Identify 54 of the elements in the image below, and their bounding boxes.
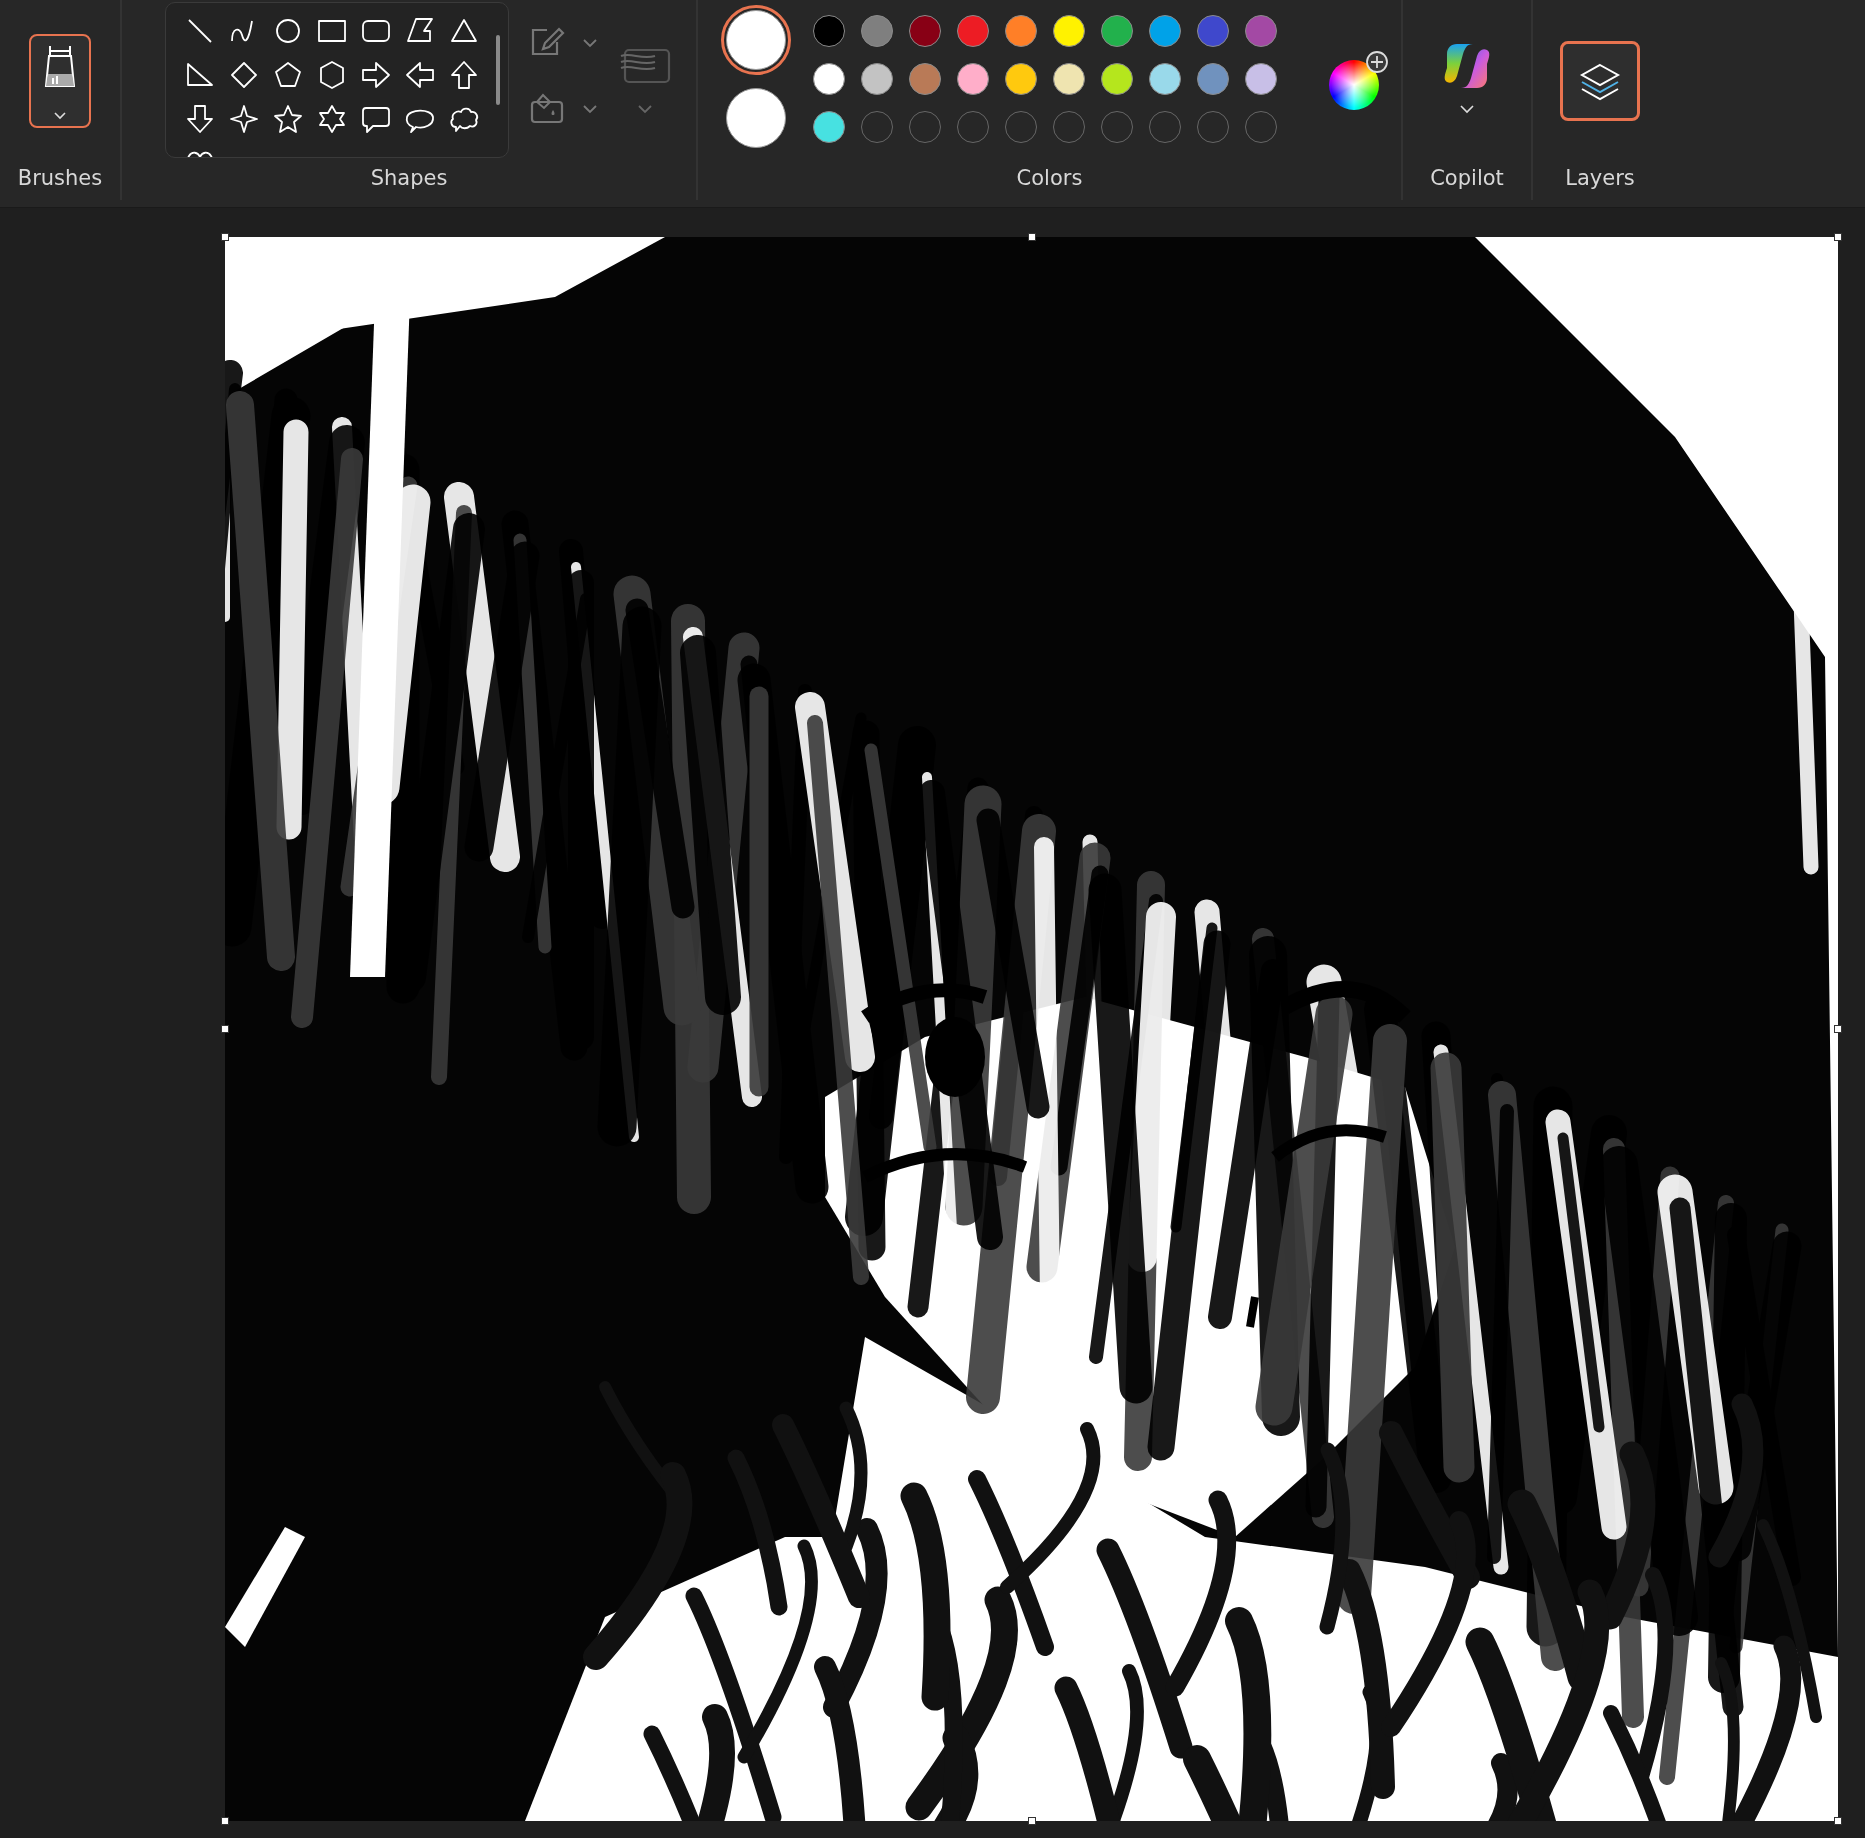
- colors-label: Colors: [1016, 164, 1083, 192]
- color-swatch[interactable]: [1052, 63, 1085, 95]
- color-swatch[interactable]: [860, 63, 893, 95]
- left-arrow-icon[interactable]: [404, 59, 436, 91]
- brushes-button[interactable]: [29, 34, 91, 129]
- color-swatch[interactable]: [956, 63, 989, 95]
- resize-handle[interactable]: [221, 1025, 229, 1033]
- five-point-star-icon[interactable]: [272, 103, 304, 135]
- color-swatch[interactable]: [1100, 15, 1133, 47]
- layers-label: Layers: [1565, 164, 1635, 192]
- color-swatch[interactable]: [1148, 63, 1181, 95]
- chevron-down-icon: [1458, 102, 1476, 115]
- color-picker-button[interactable]: [1328, 60, 1379, 110]
- resize-handle[interactable]: [1027, 233, 1036, 241]
- four-point-star-icon[interactable]: [228, 103, 260, 135]
- right-arrow-icon[interactable]: [360, 59, 392, 91]
- color-swatch[interactable]: [812, 111, 845, 143]
- color-swatch[interactable]: [908, 15, 941, 47]
- up-arrow-icon[interactable]: [448, 59, 480, 91]
- color-swatch[interactable]: [812, 63, 845, 95]
- fill-icon[interactable]: [529, 92, 565, 124]
- chevron-down-icon: [581, 36, 599, 49]
- color-swatch[interactable]: [956, 15, 989, 47]
- resize-handle[interactable]: [1027, 1817, 1036, 1825]
- color-swatch[interactable]: [860, 15, 893, 47]
- color-swatch[interactable]: [1196, 15, 1229, 47]
- color-swatch[interactable]: [1052, 15, 1085, 47]
- shapes-label: Shapes: [370, 164, 448, 192]
- six-point-star-icon[interactable]: [316, 103, 348, 135]
- down-arrow-icon[interactable]: [184, 103, 216, 135]
- resize-handle[interactable]: [221, 233, 229, 241]
- layers-button[interactable]: [1560, 41, 1640, 122]
- primary-color-button[interactable]: [725, 10, 786, 70]
- resize-handle[interactable]: [1834, 1025, 1842, 1033]
- copilot-label: Copilot: [1430, 164, 1504, 192]
- texture-icon[interactable]: [619, 46, 671, 86]
- color-swatch[interactable]: [1244, 63, 1277, 95]
- color-swatch[interactable]: [1148, 15, 1181, 47]
- color-swatch[interactable]: [1244, 15, 1277, 47]
- color-swatch[interactable]: [1100, 63, 1133, 95]
- resize-handle[interactable]: [1834, 1817, 1842, 1825]
- brushes-label: Brushes: [17, 164, 103, 192]
- color-swatch[interactable]: [908, 63, 941, 95]
- chevron-down-icon: [636, 102, 654, 115]
- diamond-icon[interactable]: [228, 59, 260, 91]
- chevron-down-icon: [581, 102, 599, 115]
- add-color-icon[interactable]: [1364, 50, 1389, 74]
- resize-handle[interactable]: [1834, 233, 1842, 241]
- color-swatch[interactable]: [1004, 63, 1037, 95]
- color-swatch[interactable]: [812, 15, 845, 47]
- color-swatch[interactable]: [1196, 63, 1229, 95]
- resize-handle[interactable]: [221, 1817, 229, 1825]
- outline-icon[interactable]: [529, 26, 565, 58]
- color-swatch[interactable]: [1004, 15, 1037, 47]
